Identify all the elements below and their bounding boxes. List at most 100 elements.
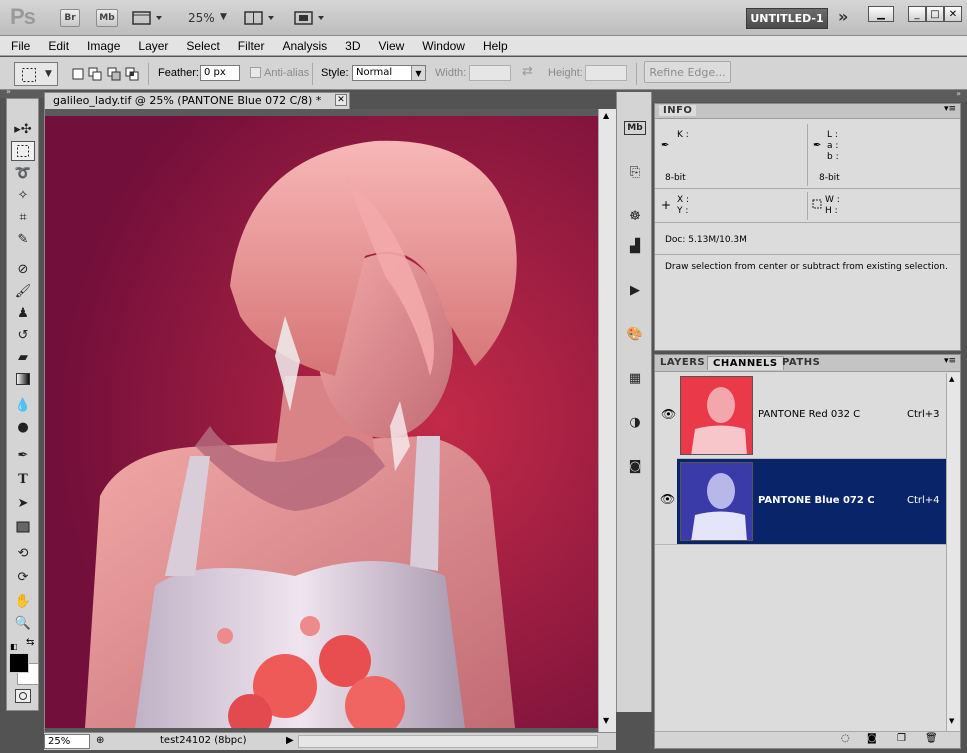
- new-channel-icon[interactable]: ❐: [897, 733, 906, 744]
- view-extras-button[interactable]: [132, 10, 166, 29]
- panel-menu-icon[interactable]: ▾≡: [944, 104, 956, 114]
- tool-preset-picker[interactable]: ▼: [14, 62, 58, 86]
- eyedropper-tool[interactable]: ✎: [11, 229, 35, 249]
- height-label: Height:: [548, 67, 583, 79]
- panel-dock-header[interactable]: »: [616, 89, 967, 102]
- foreground-color-swatch[interactable]: [9, 653, 29, 673]
- bridge-button[interactable]: Br: [60, 9, 80, 27]
- status-menu-arrow-icon[interactable]: ▶: [286, 735, 294, 746]
- menu-edit[interactable]: Edit: [37, 39, 76, 53]
- shape-tool[interactable]: [11, 517, 35, 537]
- tab-channels[interactable]: CHANNELS: [707, 356, 784, 370]
- status-zoom-field[interactable]: 25%: [44, 734, 90, 749]
- refine-edge-button[interactable]: Refine Edge...: [644, 61, 731, 83]
- move-tool[interactable]: ▸✣: [11, 119, 35, 139]
- cs-live-button[interactable]: ▁: [868, 6, 894, 22]
- save-selection-icon[interactable]: ◙: [867, 733, 877, 744]
- menu-bar: File Edit Image Layer Select Filter Anal…: [0, 36, 967, 56]
- toolbox-header[interactable]: »: [0, 87, 44, 98]
- load-selection-icon[interactable]: ◌: [841, 733, 850, 744]
- 3d-rotate-tool[interactable]: ⟲: [11, 543, 35, 563]
- tab-layers[interactable]: LAYERS: [657, 357, 708, 368]
- anti-alias-checkbox[interactable]: [250, 67, 261, 78]
- selection-mode-icons[interactable]: [70, 65, 142, 83]
- crop-tool[interactable]: ⌗: [11, 207, 35, 227]
- document-tab[interactable]: galileo_lady.tif @ 25% (PANTONE Blue 072…: [44, 92, 350, 109]
- scroll-down-icon[interactable]: ▼: [603, 716, 609, 725]
- width-input[interactable]: [469, 65, 511, 81]
- tools-panel: ▸✣ ➰ ✧ ⌗ ✎ ⊘ 🖌 ♟ ↺ ▰ 💧 ● ✒ T ➤ ⟲ ⟳ ✋ 🔍 ◧…: [6, 98, 39, 711]
- menu-filter[interactable]: Filter: [227, 39, 272, 53]
- history-brush-tool[interactable]: ↺: [11, 325, 35, 345]
- actions-panel-button[interactable]: ▶: [624, 280, 646, 300]
- dodge-tool[interactable]: ●: [11, 417, 35, 437]
- marquee-tool[interactable]: [11, 141, 35, 161]
- horizontal-scrollbar[interactable]: [298, 735, 598, 748]
- swap-icon[interactable]: ⇄: [522, 64, 533, 79]
- vertical-scrollbar[interactable]: ▲ ▼: [598, 109, 616, 732]
- visibility-eye-icon[interactable]: 👁: [661, 407, 676, 421]
- histogram-panel-button[interactable]: ▟: [624, 236, 646, 256]
- quick-mask-button[interactable]: [15, 689, 31, 703]
- style-select[interactable]: Normal ▼: [352, 65, 426, 81]
- scroll-down-icon[interactable]: ▼: [949, 717, 954, 725]
- panel-menu-icon[interactable]: ▾≡: [944, 356, 956, 366]
- swatches-panel-button[interactable]: ▦: [624, 368, 646, 388]
- maximize-icon: □: [930, 8, 940, 20]
- channel-row-blue[interactable]: 👁 PANTONE Blue 072 C Ctrl+4: [655, 458, 946, 545]
- zoom-level[interactable]: 25%: [188, 11, 215, 25]
- navigator-panel-button[interactable]: ☸: [624, 206, 646, 226]
- status-options-icon[interactable]: ⊕: [96, 735, 104, 746]
- menu-select[interactable]: Select: [175, 39, 226, 53]
- menu-analysis[interactable]: Analysis: [271, 39, 334, 53]
- maximize-button[interactable]: □: [926, 6, 944, 22]
- hand-tool[interactable]: ✋: [11, 591, 35, 611]
- blur-tool[interactable]: 💧: [11, 395, 35, 415]
- menu-layer[interactable]: Layer: [127, 39, 175, 53]
- mini-bridge-button[interactable]: Mb: [96, 9, 118, 27]
- 3d-orbit-tool[interactable]: ⟳: [11, 567, 35, 587]
- feather-input[interactable]: 0 px: [200, 65, 240, 81]
- swap-colors-button[interactable]: ⇆: [26, 637, 34, 648]
- color-panel-button[interactable]: 🎨: [624, 324, 646, 344]
- zoom-dropdown-icon[interactable]: ▼: [220, 12, 227, 22]
- trash-icon[interactable]: 🗑: [925, 733, 938, 744]
- channel-row-red[interactable]: 👁 PANTONE Red 032 C Ctrl+3: [655, 373, 946, 459]
- scroll-up-icon[interactable]: ▲: [603, 111, 609, 120]
- brush-tool[interactable]: 🖌: [11, 281, 35, 301]
- quick-selection-tool[interactable]: ✧: [11, 185, 35, 205]
- clone-stamp-tool[interactable]: ♟: [11, 303, 35, 323]
- close-button[interactable]: ✕: [944, 6, 962, 22]
- tab-paths[interactable]: PATHS: [779, 357, 823, 368]
- channels-scrollbar[interactable]: ▲ ▼: [946, 373, 960, 731]
- default-colors-button[interactable]: ◧: [10, 639, 18, 651]
- eraser-tool[interactable]: ▰: [11, 347, 35, 367]
- gradient-tool[interactable]: [11, 369, 35, 389]
- adjustments-panel-button[interactable]: ◑: [624, 412, 646, 432]
- menu-image[interactable]: Image: [76, 39, 127, 53]
- more-workspaces-button[interactable]: »: [838, 7, 848, 26]
- type-tool[interactable]: T: [11, 469, 35, 489]
- visibility-eye-icon[interactable]: 👁: [655, 458, 677, 544]
- pen-tool[interactable]: ✒: [11, 445, 35, 465]
- menu-help[interactable]: Help: [472, 39, 515, 53]
- screen-mode-button[interactable]: [294, 10, 328, 29]
- menu-file[interactable]: File: [0, 39, 37, 53]
- lasso-tool[interactable]: ➰: [11, 163, 35, 183]
- height-input[interactable]: [585, 65, 627, 81]
- close-document-icon[interactable]: ✕: [335, 94, 347, 106]
- workspace-switcher[interactable]: UNTITLED-1: [746, 8, 828, 29]
- scroll-up-icon[interactable]: ▲: [949, 375, 954, 383]
- zoom-tool[interactable]: 🔍: [11, 613, 35, 633]
- path-selection-tool[interactable]: ➤: [11, 493, 35, 513]
- mini-bridge-panel-button[interactable]: Mb: [624, 118, 646, 138]
- masks-panel-button[interactable]: ◙: [624, 456, 646, 476]
- arrange-documents-button[interactable]: [244, 10, 278, 29]
- history-panel-button[interactable]: ⎘: [624, 162, 646, 182]
- healing-brush-tool[interactable]: ⊘: [11, 259, 35, 279]
- menu-3d[interactable]: 3D: [334, 39, 367, 53]
- info-tab[interactable]: INFO: [659, 105, 697, 116]
- minimize-button[interactable]: _: [908, 6, 926, 22]
- menu-view[interactable]: View: [367, 39, 411, 53]
- menu-window[interactable]: Window: [411, 39, 472, 53]
